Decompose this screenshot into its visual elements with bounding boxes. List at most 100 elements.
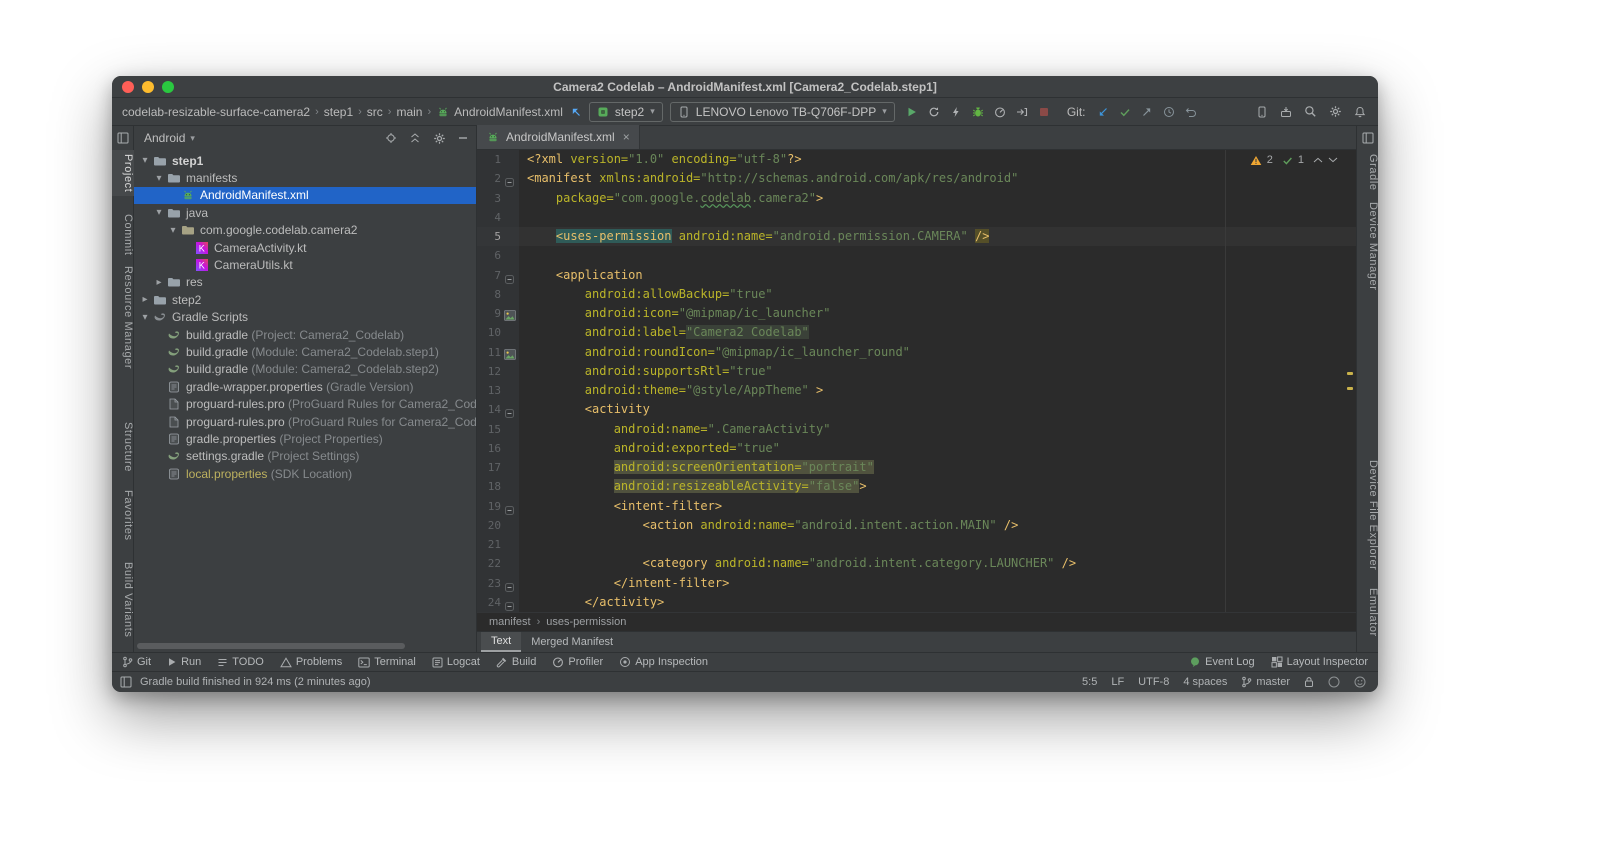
circle-icon[interactable] [1328, 676, 1340, 688]
notifications-icon[interactable] [1354, 106, 1366, 118]
inspections-widget[interactable]: 2 1 [1250, 154, 1338, 166]
git-branch-widget[interactable]: master [1241, 676, 1290, 688]
project-tree-item[interactable]: ▸ step2 [134, 291, 476, 308]
apply-code-changes-icon[interactable] [950, 106, 962, 118]
history-icon[interactable] [1163, 106, 1175, 118]
breadcrumb-item[interactable]: main [396, 105, 422, 119]
tool-window-button-build[interactable]: Build [496, 656, 536, 668]
close-window-button[interactable] [122, 80, 134, 93]
run-icon[interactable] [906, 106, 918, 118]
line-separator[interactable]: LF [1111, 676, 1124, 688]
project-tree-item[interactable]: build.gradle (Module: Camera2_Codelab.st… [134, 361, 476, 378]
code-editor[interactable]: 1 <?xml version="1.0" encoding="utf-8"?> 2… [477, 150, 1356, 612]
project-tree-item[interactable]: settings.gradle (Project Settings) [134, 448, 476, 465]
rollback-icon[interactable] [1185, 106, 1197, 118]
profiler-icon[interactable] [994, 106, 1006, 118]
project-tree-item[interactable]: proguard-rules.pro (ProGuard Rules for C… [134, 395, 476, 412]
tool-stripe-item-favorites[interactable]: Favorites [112, 486, 134, 545]
breadcrumb-item[interactable]: codelab-resizable-surface-camera2 [122, 105, 310, 119]
tool-window-button-terminal[interactable]: Terminal [358, 656, 416, 668]
project-tree-item[interactable]: K CameraUtils.kt [134, 256, 476, 273]
minimize-window-button[interactable] [142, 80, 154, 93]
xml-breadcrumb-item[interactable]: manifest [489, 616, 531, 628]
error-stripe-mark[interactable] [1347, 372, 1353, 375]
tool-stripe-item-device-manager[interactable]: Device Manager [1357, 198, 1378, 295]
tool-window-button-problems[interactable]: Problems [279, 656, 342, 668]
tool-window-icon[interactable] [117, 132, 129, 144]
project-tree-item[interactable]: gradle.properties (Project Properties) [134, 430, 476, 447]
tool-stripe-item-structure[interactable]: Structure [112, 418, 134, 476]
settings-icon[interactable] [1329, 105, 1342, 118]
tool-stripe-item-emulator[interactable]: Emulator [1357, 584, 1378, 641]
project-horizontal-scrollbar[interactable] [137, 643, 405, 649]
close-tab-icon[interactable]: × [623, 130, 630, 144]
tool-window-button-logcat[interactable]: Logcat [432, 656, 480, 668]
project-tree-item[interactable]: ▾ com.google.codelab.camera2 [134, 222, 476, 239]
zoom-window-button[interactable] [162, 80, 174, 93]
breadcrumb-item[interactable]: src [367, 105, 383, 119]
sdk-manager-icon[interactable] [1280, 106, 1292, 118]
tool-stripe-item-device-file-explorer[interactable]: Device File Explorer [1357, 456, 1378, 574]
tool-window-icon[interactable] [1362, 132, 1374, 144]
xml-breadcrumb-item[interactable]: uses-permission [546, 616, 626, 628]
back-arrow-icon[interactable] [570, 106, 582, 118]
tool-stripe-item-gradle[interactable]: Gradle [1357, 150, 1378, 195]
tool-window-button-layout-inspector[interactable]: Layout Inspector [1271, 656, 1368, 668]
run-configuration-select[interactable]: step2 ▾ [588, 101, 663, 122]
locate-file-icon[interactable] [385, 132, 397, 144]
tool-window-button-app-inspection[interactable]: App Inspection [619, 656, 708, 668]
gear-icon[interactable] [433, 132, 446, 145]
project-tree-item[interactable]: build.gradle (Module: Camera2_Codelab.st… [134, 343, 476, 360]
apply-changes-icon[interactable] [928, 106, 940, 118]
project-tree-item[interactable]: ▾ Gradle Scripts [134, 309, 476, 326]
debug-icon[interactable] [972, 106, 984, 118]
titlebar[interactable]: Camera2 Codelab – AndroidManifest.xml [C… [112, 76, 1378, 98]
tool-window-button-run[interactable]: Run [167, 656, 201, 668]
push-icon[interactable] [1141, 106, 1153, 118]
tool-stripe-item-project[interactable]: Project [112, 150, 134, 197]
tool-window-button-event-log[interactable]: Event Log [1189, 656, 1255, 668]
cursor-position[interactable]: 5:5 [1082, 676, 1097, 688]
project-tree-item[interactable]: AndroidManifest.xml [134, 186, 476, 205]
search-icon[interactable] [1304, 105, 1317, 118]
indent-style[interactable]: 4 spaces [1183, 676, 1227, 688]
device-select[interactable]: LENOVO Lenovo TB-Q706F-DPP ▾ [669, 101, 895, 122]
fold-marker-icon[interactable] [505, 598, 514, 612]
attach-debugger-icon[interactable] [1016, 106, 1028, 118]
update-icon[interactable] [1097, 106, 1109, 118]
stop-icon[interactable] [1038, 106, 1050, 118]
file-encoding[interactable]: UTF-8 [1138, 676, 1169, 688]
breadcrumb-item[interactable]: step1 [324, 105, 353, 119]
chevron-down-icon[interactable]: ▾ [152, 173, 166, 184]
tool-stripe-item-build-variants[interactable]: Build Variants [112, 558, 134, 641]
editor-tab-androidmanifest[interactable]: AndroidManifest.xml × [477, 125, 640, 149]
editor-view-tab-merged-manifest[interactable]: Merged Manifest [521, 632, 623, 652]
error-stripe-mark[interactable] [1347, 387, 1353, 390]
smiley-icon[interactable] [1354, 676, 1366, 688]
chevron-right-icon[interactable]: ▸ [152, 277, 166, 288]
project-tree-item[interactable]: ▾ manifests [134, 169, 476, 186]
lock-icon[interactable] [1304, 676, 1314, 688]
device-manager-icon[interactable] [1256, 106, 1268, 118]
chevron-down-icon[interactable]: ▾ [138, 155, 152, 166]
tool-window-button-git[interactable]: Git [122, 656, 151, 668]
chevron-right-icon[interactable]: ▸ [138, 294, 152, 305]
hide-panel-icon[interactable] [458, 136, 468, 140]
project-tree-item[interactable]: K CameraActivity.kt [134, 239, 476, 256]
tool-window-toggle-icon[interactable] [120, 676, 132, 688]
chevron-down-icon[interactable]: ▾ [138, 312, 152, 323]
chevron-down-icon[interactable]: ▾ [152, 207, 166, 218]
tool-stripe-item-resource-manager[interactable]: Resource Manager [112, 262, 134, 373]
tool-window-button-todo[interactable]: TODO [217, 656, 264, 668]
project-tree-item[interactable]: local.properties (SDK Location) [134, 465, 476, 482]
commit-icon[interactable] [1119, 106, 1131, 118]
editor-view-tab-text[interactable]: Text [481, 632, 522, 652]
tool-window-button-profiler[interactable]: Profiler [552, 656, 603, 668]
project-view-selector[interactable]: Android ▾ [144, 131, 195, 145]
project-tree-item[interactable]: gradle-wrapper.properties (Gradle Versio… [134, 378, 476, 395]
chevron-down-icon[interactable] [1328, 157, 1338, 163]
chevron-down-icon[interactable]: ▾ [166, 225, 180, 236]
collapse-all-icon[interactable] [409, 132, 421, 144]
chevron-up-icon[interactable] [1313, 157, 1323, 163]
project-tree-item[interactable]: ▾ step1 [134, 152, 476, 169]
